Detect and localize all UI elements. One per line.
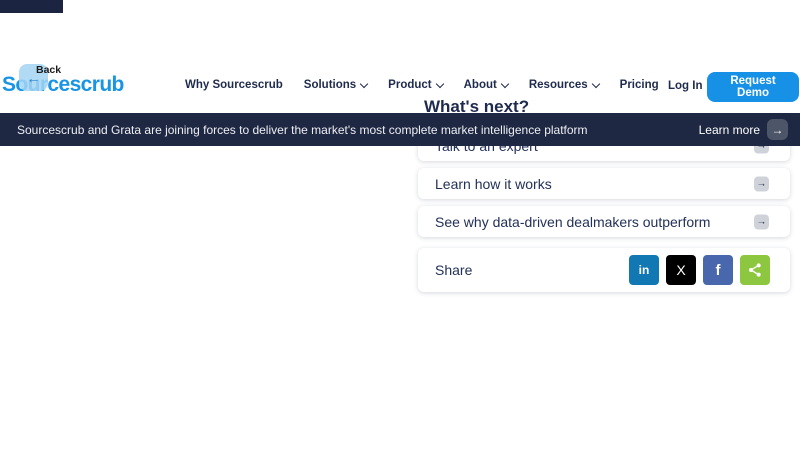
share-label: Share (435, 262, 472, 278)
nav-label: Solutions (304, 79, 356, 91)
request-demo-button[interactable]: Request Demo (707, 72, 799, 102)
nav-item-about[interactable]: About (464, 79, 508, 91)
link-label: See why data-driven dealmakers outperfor… (435, 214, 710, 230)
link-row-learn-how-it-works[interactable]: Learn how it works → (418, 168, 790, 199)
login-link[interactable]: Log In (668, 80, 703, 92)
nav-item-solutions[interactable]: Solutions (304, 79, 367, 91)
nav-label: Product (388, 79, 431, 91)
chevron-down-icon (435, 79, 443, 87)
link-label: Learn how it works (435, 176, 552, 192)
chevron-down-icon (501, 79, 509, 87)
nav-label: Resources (529, 79, 588, 91)
main-nav: Why Sourcescrub Solutions Product About … (185, 79, 659, 91)
nav-item-product[interactable]: Product (388, 79, 442, 91)
share-nodes-glyph (747, 262, 763, 278)
nav-label: Pricing (620, 79, 659, 91)
learn-more-label: Learn more (699, 123, 760, 137)
nav-label: About (464, 79, 497, 91)
nav-label: Why Sourcescrub (185, 79, 283, 91)
chevron-down-icon (591, 79, 599, 87)
arrow-right-icon[interactable]: → (767, 119, 788, 140)
learn-more-link[interactable]: Learn more → (699, 119, 788, 140)
arrow-right-icon[interactable]: → (754, 214, 769, 229)
nav-item-pricing[interactable]: Pricing (620, 79, 659, 91)
top-left-artifact-bar (0, 0, 63, 13)
back-button-label: Back (36, 64, 61, 76)
announcement-message: Sourcescrub and Grata are joining forces… (17, 123, 588, 137)
announcement-banner: Sourcescrub and Grata are joining forces… (0, 113, 800, 146)
nav-item-resources[interactable]: Resources (529, 79, 599, 91)
share-nodes-icon[interactable] (740, 255, 770, 285)
chevron-down-icon (360, 79, 368, 87)
x-twitter-icon[interactable]: X (666, 255, 696, 285)
share-row: Share in X f (418, 248, 790, 292)
share-icon-group: in X f (629, 255, 770, 285)
nav-item-why-sourcescrub[interactable]: Why Sourcescrub (185, 79, 283, 91)
linkedin-icon[interactable]: in (629, 255, 659, 285)
arrow-right-icon[interactable]: → (754, 176, 769, 191)
link-row-dealmakers-outperform[interactable]: See why data-driven dealmakers outperfor… (418, 206, 790, 237)
facebook-icon[interactable]: f (703, 255, 733, 285)
